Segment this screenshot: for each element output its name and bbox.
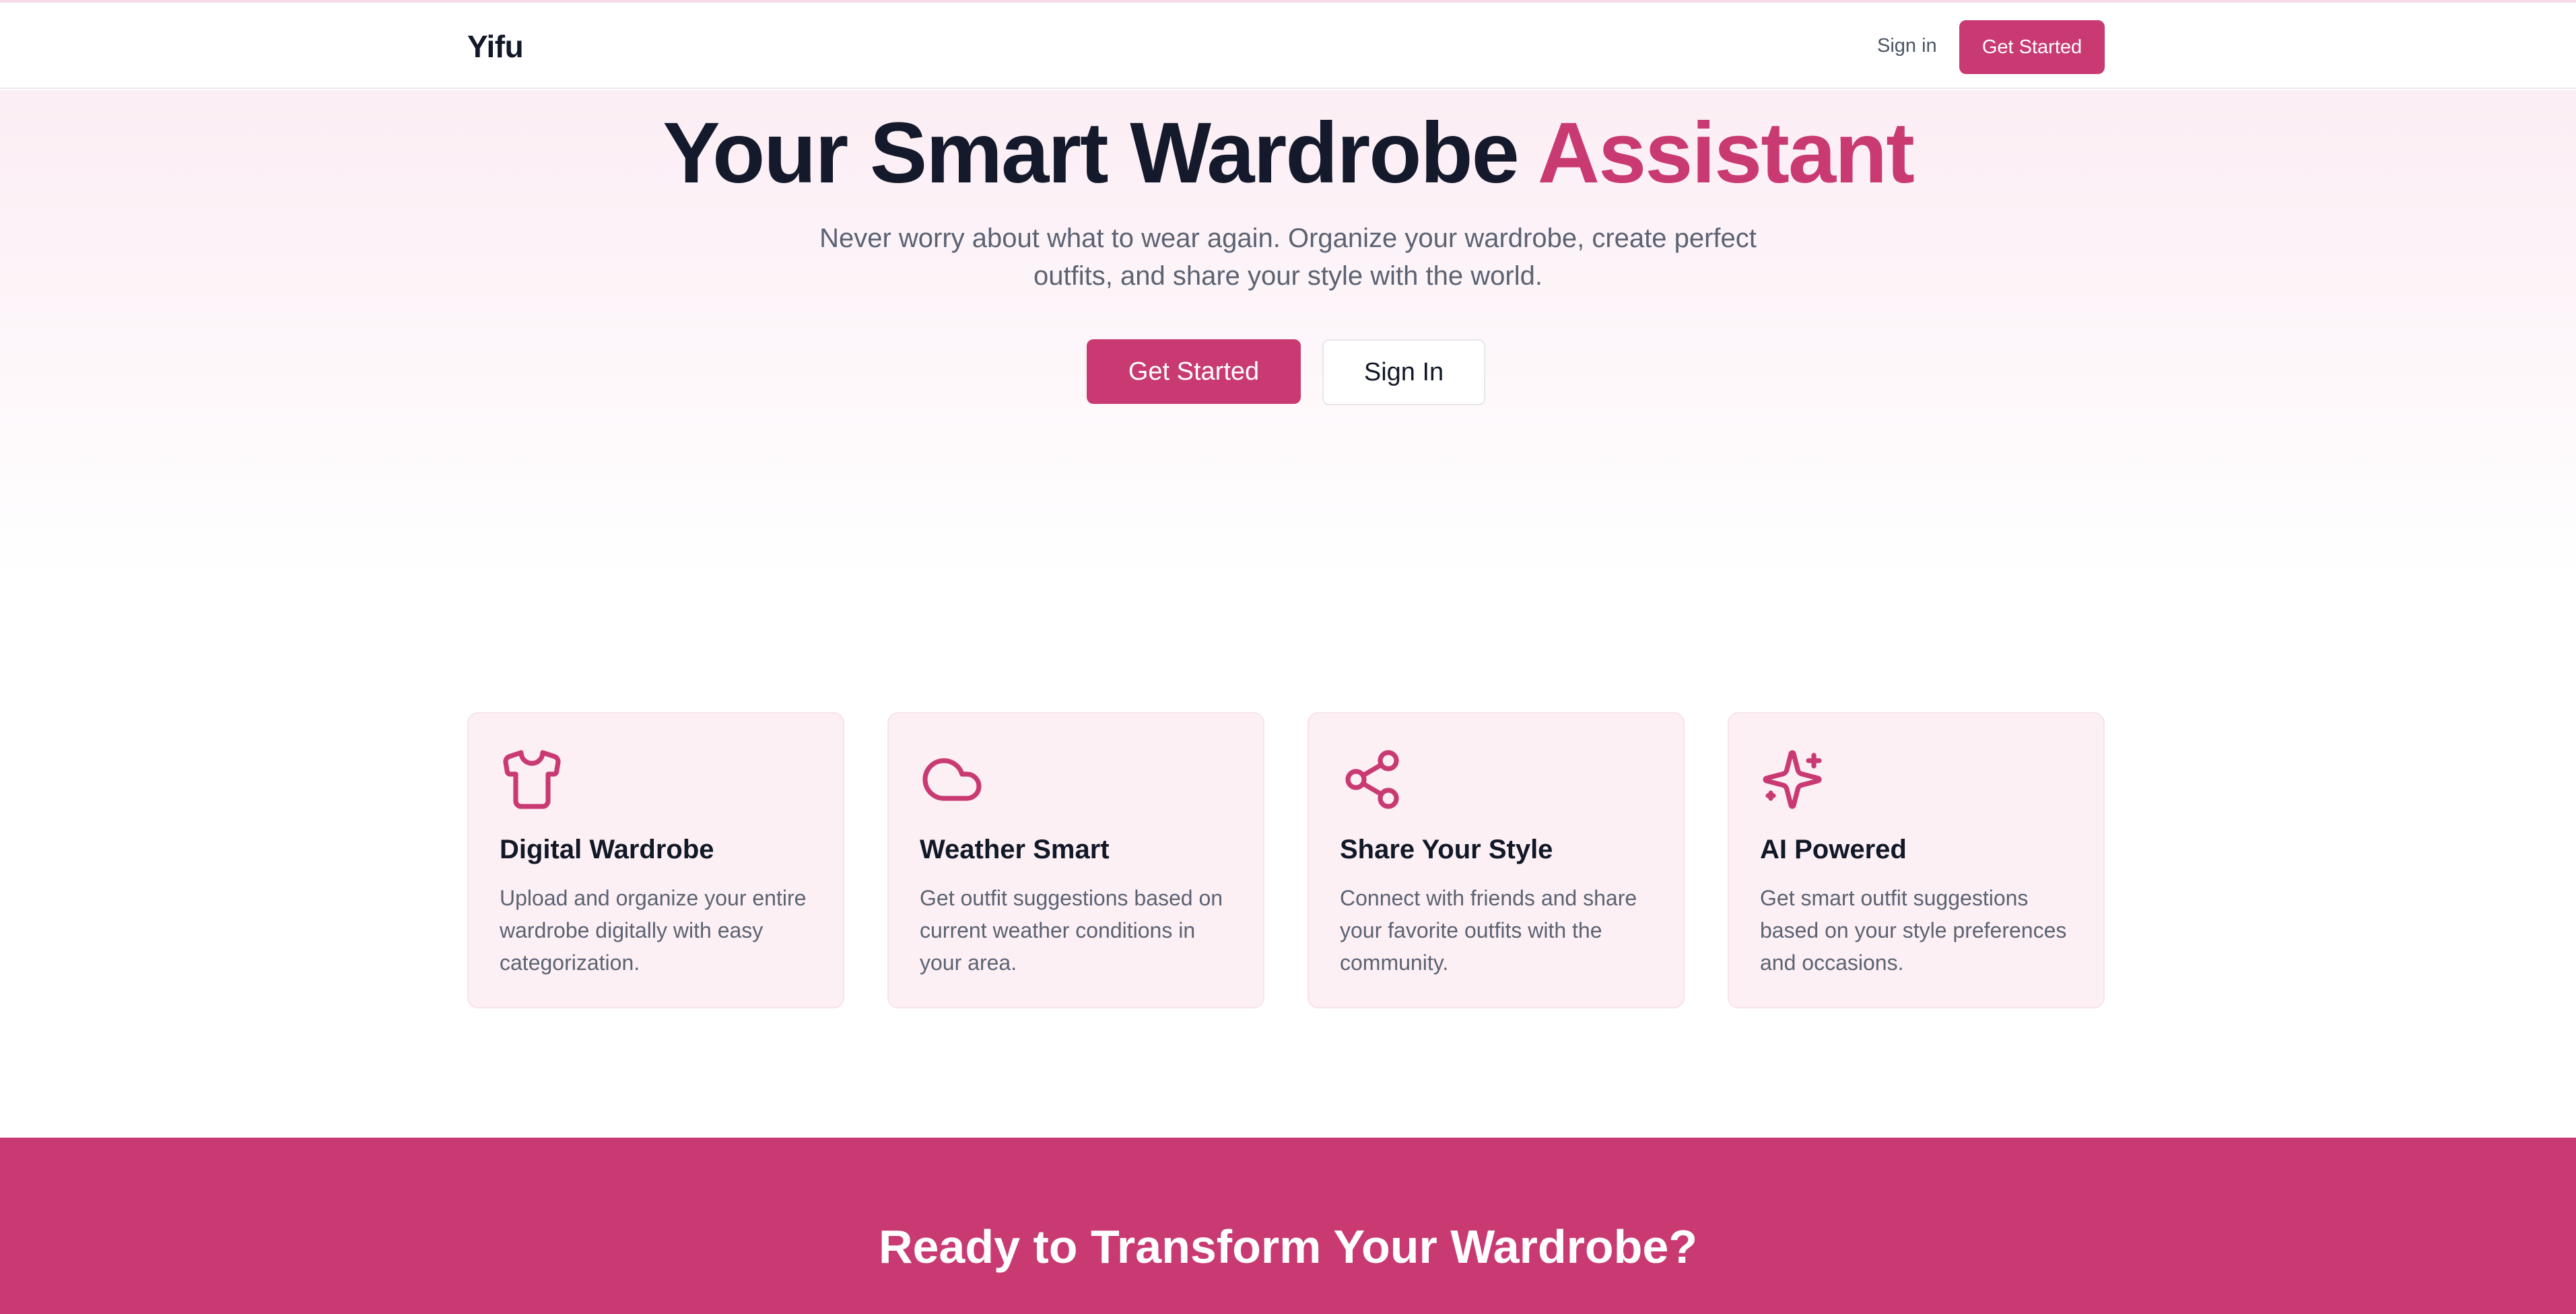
feature-title: Share Your Style <box>1340 835 1553 864</box>
feature-card-share-style: Share Your Style Connect with friends an… <box>1308 712 1685 1008</box>
feature-description: Connect with friends and share your favo… <box>1340 886 1637 975</box>
feature-card-digital-wardrobe: Digital Wardrobe Upload and organize you… <box>467 712 844 1008</box>
hero-title-main: Your Smart Wardrobe <box>663 105 1538 201</box>
cloud-icon <box>920 747 984 812</box>
site-header: Yifu Sign in Get Started <box>0 3 2576 89</box>
sparkles-icon <box>1760 747 1825 812</box>
header-get-started-button[interactable]: Get Started <box>1959 20 2105 74</box>
cta-title: Ready to Transform Your Wardrobe? <box>878 1220 1698 1273</box>
feature-title: AI Powered <box>1760 835 1907 864</box>
share-icon <box>1340 747 1404 812</box>
hero-sign-in-button[interactable]: Sign In <box>1322 339 1485 405</box>
feature-title: Digital Wardrobe <box>500 835 714 864</box>
header-signin-link[interactable]: Sign in <box>1877 35 1937 57</box>
logo[interactable]: Yifu <box>467 28 524 65</box>
hero-title-accent: Assistant <box>1537 105 1915 201</box>
hero-get-started-button[interactable]: Get Started <box>1087 339 1301 404</box>
feature-card-ai-powered: AI Powered Get smart outfit suggestions … <box>1728 712 2105 1008</box>
feature-description: Upload and organize your entire wardrobe… <box>500 886 807 975</box>
feature-title: Weather Smart <box>920 835 1110 864</box>
feature-card-weather-smart: Weather Smart Get outfit suggestions bas… <box>887 712 1264 1008</box>
hero-subtitle: Never worry about what to wear again. Or… <box>819 223 1757 291</box>
hero-title: Your Smart Wardrobe Assistant <box>0 104 2576 203</box>
feature-description: Get smart outfit suggestions based on yo… <box>1760 886 2067 975</box>
feature-description: Get outfit suggestions based on current … <box>920 886 1223 975</box>
shirt-icon <box>500 747 564 812</box>
cta-section: Ready to Transform Your Wardrobe? <box>0 1138 2576 1314</box>
